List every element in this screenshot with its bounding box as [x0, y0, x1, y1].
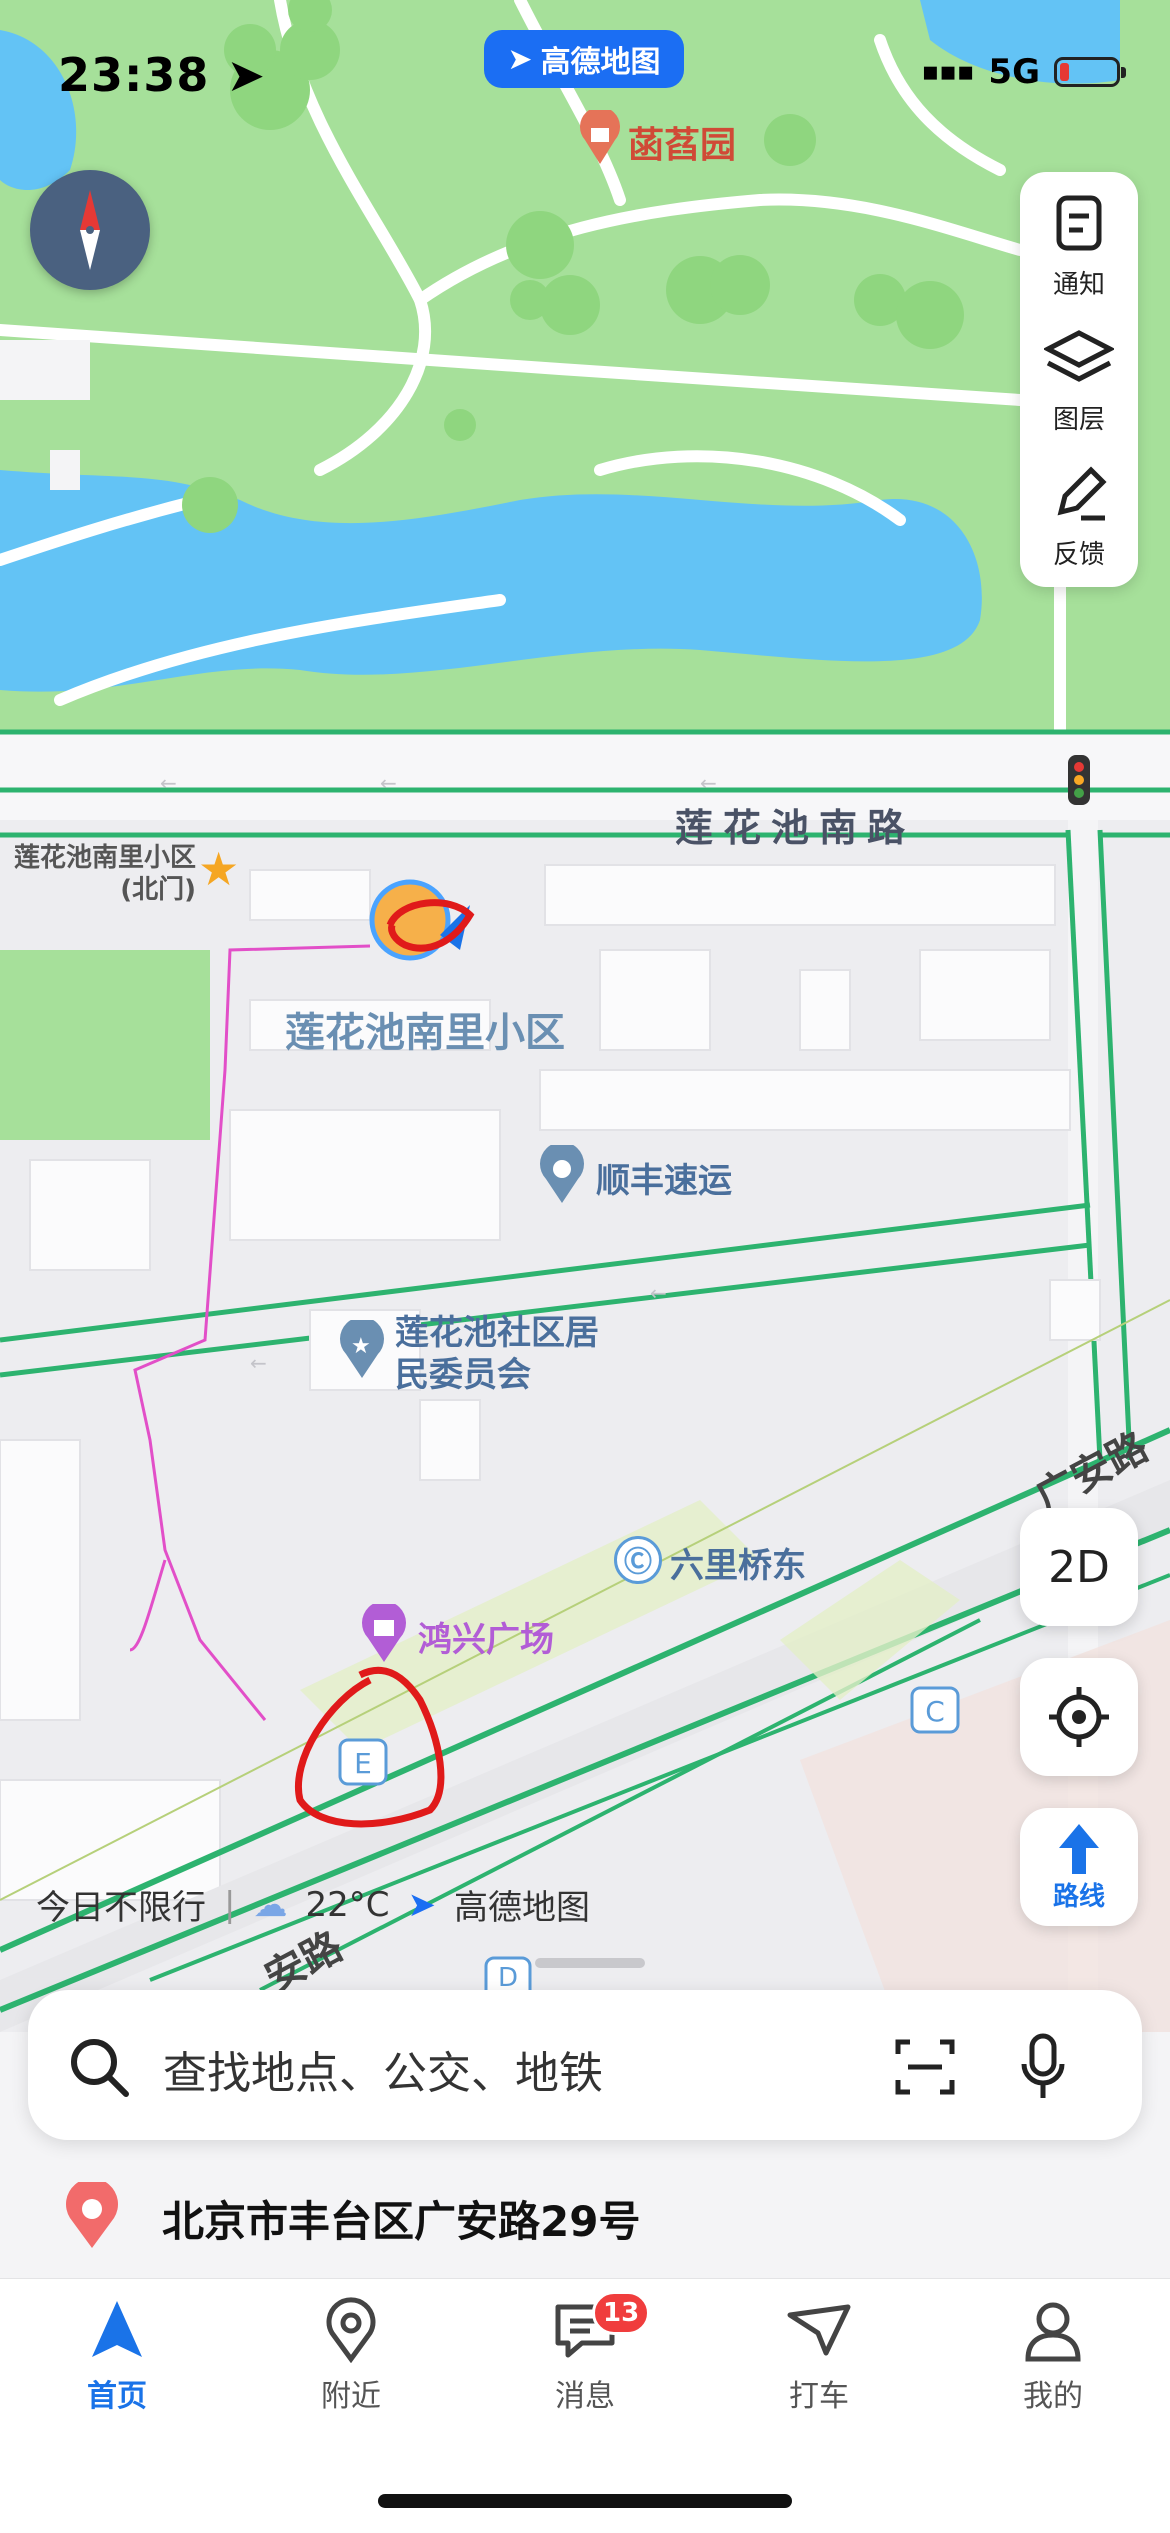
view-mode-button[interactable]: 2D	[1020, 1508, 1138, 1626]
exit-c-label: C	[925, 1694, 945, 1728]
tab-profile-label: 我的	[1023, 2379, 1083, 2414]
home-indicator[interactable]	[378, 2494, 792, 2508]
home-navigation-icon	[92, 2301, 142, 2357]
shunfeng-label: 顺丰速运	[596, 1161, 732, 1201]
current-location-row[interactable]: 北京市丰台区广安路29号	[0, 2162, 1170, 2272]
temperature[interactable]: 22°C	[305, 1885, 389, 1925]
mall-pin[interactable]	[358, 1600, 410, 1664]
cloud-icon: ☁	[253, 1884, 288, 1925]
residential-label: 莲花池南里小区	[285, 1010, 565, 1056]
tab-profile[interactable]: 我的	[936, 2297, 1170, 2415]
svg-text:←: ←	[160, 771, 177, 795]
nearby-pin-icon	[326, 2297, 376, 2364]
compass-button[interactable]	[30, 170, 150, 290]
svg-text:←: ←	[250, 1351, 267, 1375]
svg-text:←: ←	[380, 771, 397, 795]
road-lianhuachi-south: 莲花池南路	[675, 806, 916, 850]
search-input[interactable]: 查找地点、公交、地铁	[163, 2037, 603, 2101]
map-graphics: ← ← ← ← ←	[0, 0, 1170, 2032]
svg-text:★: ★	[351, 1334, 371, 1359]
hongxing-label: 鸿兴广场	[418, 1620, 554, 1660]
exit-e-label: E	[354, 1746, 372, 1780]
taxi-icon	[787, 2304, 851, 2356]
committee-label: 莲花池社区居民委员会	[395, 1313, 599, 1395]
map-control-panel: 通知 图层 反馈	[1020, 172, 1138, 587]
compass-icon	[80, 190, 100, 270]
subway-icon[interactable]: Ⓒ	[614, 1536, 662, 1584]
route-label: 路线	[1052, 1881, 1105, 1912]
notify-icon	[1056, 195, 1102, 251]
network-type: 5G	[988, 52, 1040, 92]
sheet-handle[interactable]	[535, 1958, 645, 1968]
tab-messages[interactable]: 13 消息	[468, 2291, 702, 2415]
status-bar: 23:38 ➤ ➤ 高德地图 ▪▪▪ 5G	[0, 0, 1170, 140]
profile-icon	[1025, 2302, 1081, 2362]
layers-icon	[1042, 330, 1116, 382]
signal-icon: ▪▪▪	[921, 57, 975, 87]
app-name-label: 高德地图	[540, 45, 661, 80]
map-canvas[interactable]: ← ← ← ← ← 菡萏园 莲花池南里小区(北门) ★ 莲花池南路 莲花池南里小区 顺…	[0, 0, 1170, 2032]
search-bar[interactable]: 查找地点、公交、地铁	[28, 1990, 1142, 2140]
notify-label: 通知	[1052, 270, 1105, 300]
layers-button[interactable]: 图层	[1020, 327, 1138, 436]
traffic-restriction[interactable]: 今日不限行	[36, 1880, 206, 1929]
search-icon	[71, 2039, 129, 2097]
tab-taxi[interactable]: 打车	[702, 2297, 936, 2415]
svg-text:←: ←	[700, 771, 717, 795]
microphone-icon[interactable]	[1018, 2032, 1068, 2102]
liuliqiao-label: 六里桥东	[670, 1546, 806, 1586]
tab-home[interactable]: 首页	[0, 2297, 234, 2415]
separator: |	[224, 1884, 236, 1925]
pencil-icon	[1057, 466, 1107, 521]
route-button[interactable]: 路线	[1020, 1808, 1138, 1926]
tab-nearby[interactable]: 附近	[234, 2297, 468, 2415]
location-arrow-icon: ➤	[226, 48, 266, 102]
location-pin-icon	[66, 2182, 118, 2248]
status-right: ▪▪▪ 5G	[921, 52, 1126, 92]
scan-icon[interactable]	[894, 2036, 956, 2098]
star-icon[interactable]: ★	[198, 842, 239, 896]
tab-messages-label: 消息	[555, 2379, 615, 2414]
north-gate-label: 莲花池南里小区(北门)	[13, 843, 196, 905]
layers-label: 图层	[1052, 405, 1105, 435]
feedback-label: 反馈	[1052, 540, 1105, 570]
committee-pin[interactable]: ★	[336, 1316, 388, 1380]
amap-watermark-icon: ➤	[407, 1884, 436, 1925]
app-return-pill[interactable]: ➤ 高德地图	[484, 30, 684, 88]
tab-nearby-label: 附近	[321, 2379, 381, 2414]
shunfeng-pin[interactable]	[536, 1141, 588, 1205]
locate-button[interactable]	[1020, 1658, 1138, 1776]
notify-button[interactable]: 通知	[1020, 192, 1138, 301]
route-arrow-icon	[1059, 1823, 1099, 1874]
tab-taxi-label: 打车	[789, 2379, 849, 2414]
feedback-button[interactable]: 反馈	[1020, 462, 1138, 571]
svg-text:←: ←	[650, 1281, 667, 1305]
status-time: 23:38 ➤	[58, 48, 266, 102]
battery-icon	[1054, 57, 1126, 87]
message-badge: 13	[592, 2291, 651, 2335]
amap-watermark: 高德地图	[453, 1888, 590, 1928]
tab-home-label: 首页	[87, 2379, 147, 2414]
locate-icon	[1049, 1687, 1109, 1747]
info-bar: 今日不限行 | ☁ 22°C ➤ 高德地图	[36, 1880, 590, 1929]
current-address: 北京市丰台区广安路29号	[162, 2197, 641, 2246]
view-mode-label: 2D	[1048, 1541, 1110, 1593]
amap-logo-icon: ➤	[507, 41, 533, 77]
